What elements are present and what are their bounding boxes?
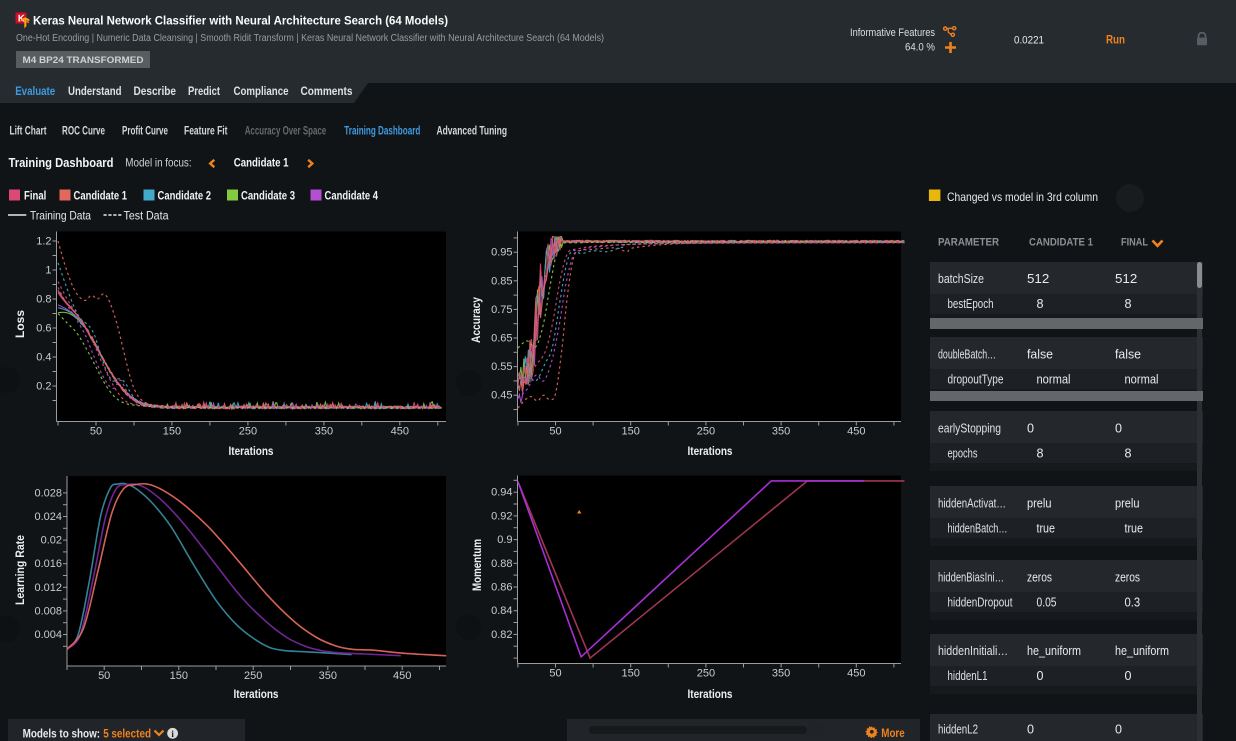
svg-text:Profit Curve: Profit Curve	[122, 126, 168, 138]
svg-text:Informative Features: Informative Features	[850, 27, 935, 39]
svg-text:PARAMETER: PARAMETER	[938, 237, 999, 249]
svg-text:0.0221: 0.0221	[1014, 35, 1044, 47]
svg-text:normal: normal	[1125, 372, 1159, 387]
svg-text:batchSize: batchSize	[938, 271, 984, 286]
svg-text:Comments: Comments	[301, 84, 353, 98]
svg-text:0: 0	[1037, 668, 1044, 683]
svg-text:Models to show:: Models to show:	[23, 727, 101, 741]
svg-text:64.0 %: 64.0 %	[905, 42, 935, 54]
svg-text:8: 8	[1037, 296, 1044, 311]
svg-text:Advanced Tuning: Advanced Tuning	[437, 126, 508, 138]
svg-text:8: 8	[1037, 446, 1044, 461]
svg-text:hiddenInitiali…: hiddenInitiali…	[938, 643, 1008, 658]
svg-text:prelu: prelu	[1115, 496, 1140, 511]
svg-text:prelu: prelu	[1027, 496, 1052, 511]
svg-text:hiddenDropout: hiddenDropout	[948, 595, 1013, 610]
svg-text:8: 8	[1125, 446, 1132, 461]
svg-text:epochs: epochs	[948, 446, 978, 461]
svg-text:M4 BP24 TRANSFORMED: M4 BP24 TRANSFORMED	[23, 55, 145, 65]
svg-text:true: true	[1125, 521, 1144, 536]
svg-text:Test Data: Test Data	[124, 209, 169, 223]
svg-text:ROC Curve: ROC Curve	[62, 126, 105, 138]
svg-text:Compliance: Compliance	[234, 84, 289, 98]
svg-text:Feature Fit: Feature Fit	[184, 126, 228, 138]
svg-text:CANDIDATE 1: CANDIDATE 1	[1029, 237, 1093, 249]
svg-text:More: More	[881, 726, 904, 740]
svg-text:0: 0	[1125, 668, 1132, 683]
svg-text:earlyStopping: earlyStopping	[938, 421, 1001, 436]
svg-text:8: 8	[1125, 296, 1132, 311]
svg-text:zeros: zeros	[1115, 570, 1140, 585]
svg-text:One-Hot Encoding | Numeric Dat: One-Hot Encoding | Numeric Data Cleansin…	[16, 33, 604, 44]
svg-text:false: false	[1027, 347, 1053, 362]
svg-text:true: true	[1037, 521, 1056, 536]
svg-text:normal: normal	[1037, 372, 1071, 387]
svg-text:Run: Run	[1106, 35, 1125, 47]
svg-text:512: 512	[1115, 271, 1137, 286]
svg-text:Evaluate: Evaluate	[15, 84, 55, 98]
svg-text:Training Data: Training Data	[30, 209, 91, 223]
svg-text:Candidate 2: Candidate 2	[158, 189, 212, 203]
svg-text:512: 512	[1027, 271, 1049, 286]
svg-text:0: 0	[1115, 421, 1122, 436]
svg-text:Model in focus:: Model in focus:	[125, 156, 191, 170]
svg-text:Accuracy Over Space: Accuracy Over Space	[245, 126, 327, 138]
svg-text:Candidate 1: Candidate 1	[234, 156, 289, 170]
svg-text:hiddenBiasIni…: hiddenBiasIni…	[938, 570, 1004, 585]
svg-text:he_uniform: he_uniform	[1027, 643, 1081, 658]
svg-text:Lift Chart: Lift Chart	[10, 126, 47, 138]
svg-text:Changed vs model in 3rd column: Changed vs model in 3rd column	[947, 190, 1098, 204]
svg-text:zeros: zeros	[1027, 570, 1052, 585]
svg-text:Final: Final	[24, 189, 46, 203]
svg-text:Candidate 1: Candidate 1	[74, 189, 128, 203]
svg-text:0: 0	[1027, 722, 1034, 737]
svg-text:FINAL: FINAL	[1121, 237, 1148, 249]
svg-text:Predict: Predict	[188, 84, 220, 98]
svg-text:Describe: Describe	[134, 84, 177, 98]
svg-text:Candidate 3: Candidate 3	[241, 189, 295, 203]
svg-text:5 selected: 5 selected	[103, 727, 151, 741]
svg-text:0: 0	[1027, 421, 1034, 436]
svg-text:hiddenL1: hiddenL1	[948, 668, 988, 683]
svg-text:0: 0	[1115, 722, 1122, 737]
svg-text:false: false	[1115, 347, 1141, 362]
svg-text:doubleBatch…: doubleBatch…	[938, 347, 996, 362]
svg-text:Training Dashboard: Training Dashboard	[9, 155, 114, 170]
svg-text:bestEpoch: bestEpoch	[948, 296, 994, 311]
svg-text:0.05: 0.05	[1037, 595, 1057, 610]
svg-text:dropoutType: dropoutType	[948, 372, 1004, 387]
svg-text:Candidate 4: Candidate 4	[325, 189, 379, 203]
svg-text:Keras Neural Network Classifie: Keras Neural Network Classifier with Neu…	[33, 14, 448, 28]
svg-text:Training Dashboard: Training Dashboard	[344, 126, 420, 138]
svg-text:he_uniform: he_uniform	[1115, 643, 1169, 658]
svg-text:0.3: 0.3	[1125, 595, 1141, 610]
svg-text:hiddenL2: hiddenL2	[938, 722, 978, 737]
svg-text:Understand: Understand	[68, 84, 122, 98]
svg-text:hiddenBatch…: hiddenBatch…	[948, 521, 1008, 536]
svg-text:hiddenActivat…: hiddenActivat…	[938, 496, 1006, 511]
